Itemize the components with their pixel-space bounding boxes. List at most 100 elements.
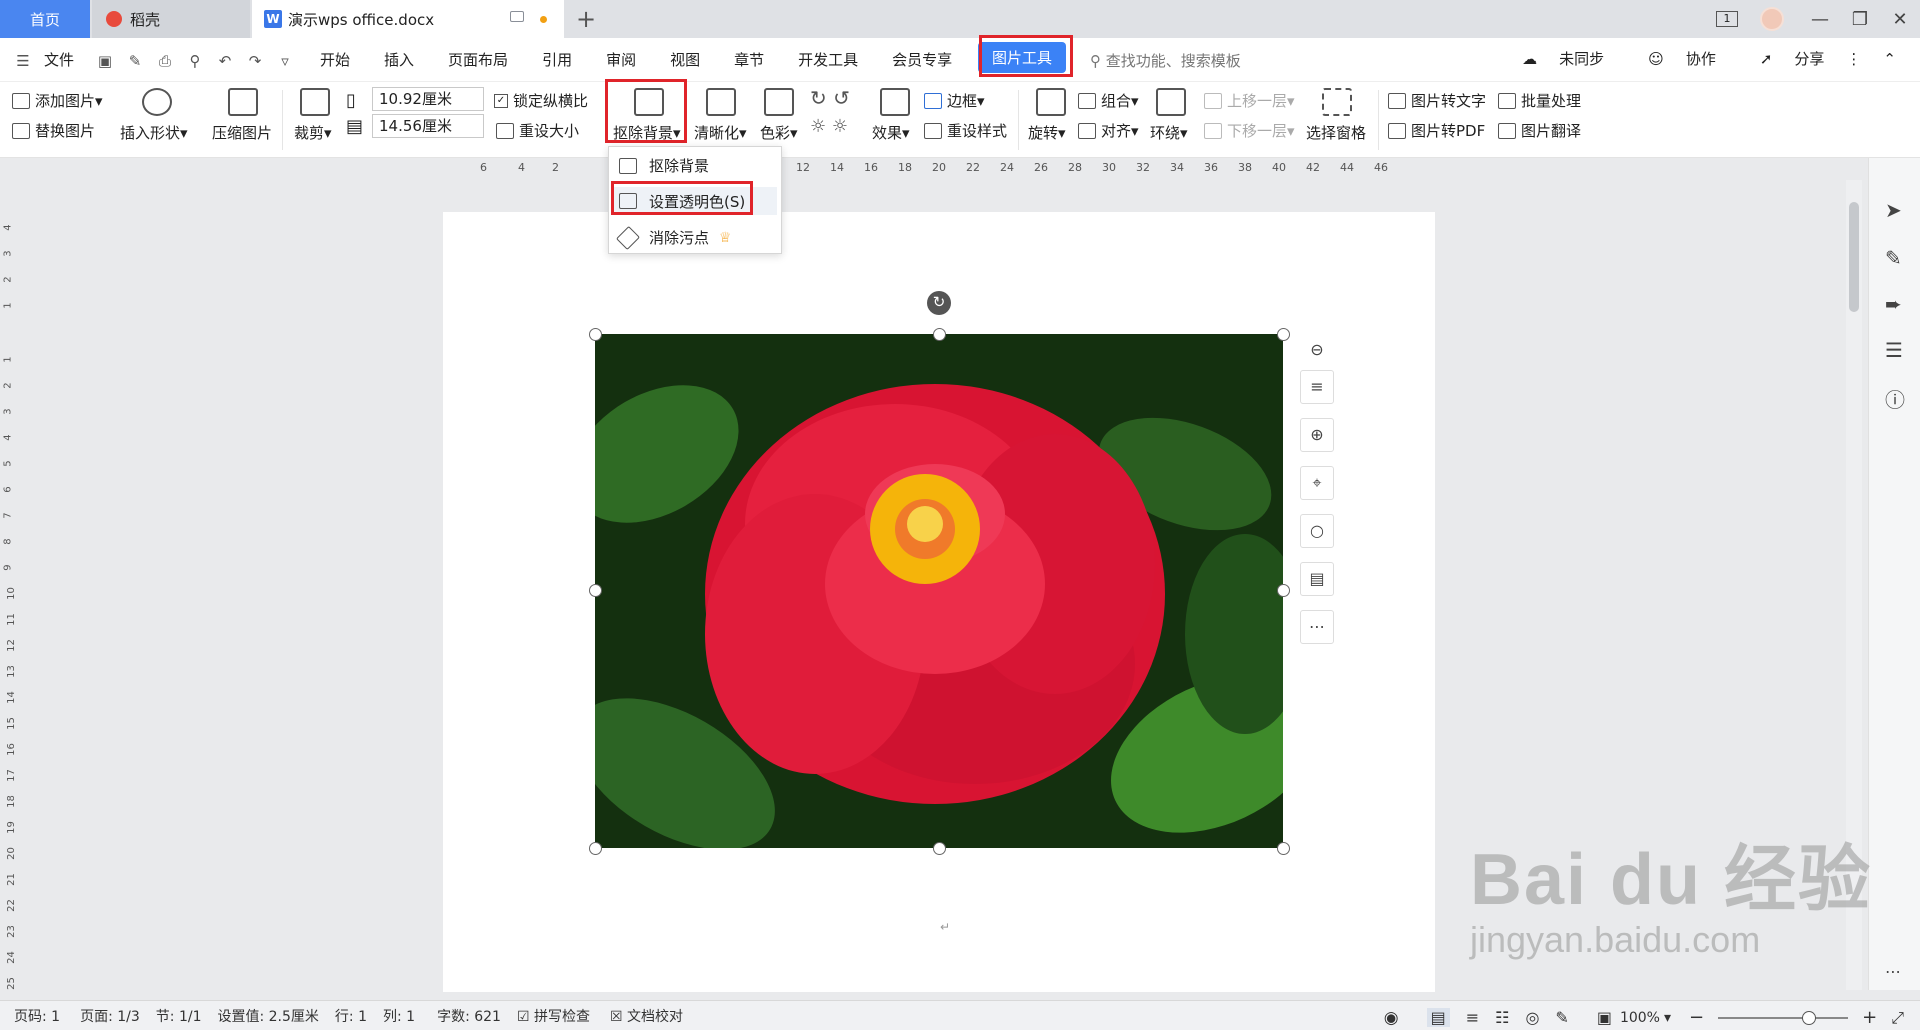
collapse-toolbar-icon[interactable]: ⊖ (1300, 334, 1334, 368)
resize-handle[interactable] (1277, 584, 1290, 597)
wrap-button[interactable]: 环绕 ▾ (1150, 122, 1188, 143)
pic-to-pdf-button[interactable]: 图片转PDF (1388, 120, 1485, 141)
reset-style-button[interactable]: 重设样式 (924, 120, 1007, 141)
menu-item-review[interactable]: 审阅 (606, 49, 636, 70)
brightness-icon[interactable]: ↻ ↺ (810, 86, 850, 110)
collapse-ribbon-icon[interactable]: ⌃ (1883, 50, 1896, 68)
compress-picture-button[interactable]: 压缩图片 (212, 122, 272, 143)
restore-icon[interactable]: ❐ (1840, 9, 1880, 30)
rotate-handle-icon[interactable]: ↻ (927, 291, 951, 315)
resize-handle[interactable] (1277, 842, 1290, 855)
menu-item-start[interactable]: 开始 (320, 49, 350, 70)
status-section[interactable]: 节: 1/1 (156, 1006, 202, 1026)
zoom-in-button-icon[interactable]: + (1862, 1007, 1877, 1028)
status-page-code[interactable]: 页码: 1 (14, 1006, 60, 1026)
rotate-button[interactable]: 旋转 ▾ (1028, 122, 1066, 143)
zoom-slider-knob[interactable] (1802, 1010, 1817, 1025)
tab-document[interactable]: W 演示wps office.docx (252, 0, 564, 38)
resize-handle[interactable] (1277, 328, 1290, 341)
status-col[interactable]: 列: 1 (383, 1006, 415, 1026)
page-view-icon[interactable]: ▤ (1426, 1008, 1450, 1027)
web-view-icon[interactable]: ◎ (1525, 1008, 1539, 1027)
collab-button[interactable]: ☺ 协作 (1626, 48, 1716, 69)
help-icon[interactable]: ⓘ (1885, 384, 1905, 413)
align-button[interactable]: 对齐 ▾ (1078, 120, 1139, 141)
more-tools-icon[interactable]: ⋯ (1300, 610, 1334, 644)
cursor-icon[interactable]: ➨ (1885, 292, 1902, 316)
translate-picture-button[interactable]: 图片翻译 (1498, 120, 1581, 141)
spellcheck-button[interactable]: ☑ 拼写检查 (517, 1006, 590, 1026)
zoom-dropdown-icon[interactable]: ▾ (1664, 1010, 1671, 1026)
rocket-icon[interactable]: ➤ (1885, 198, 1902, 222)
save-icon[interactable]: ▣ (96, 52, 114, 70)
resize-handle[interactable] (933, 328, 946, 341)
replace-picture-button[interactable]: 替换图片 (12, 120, 95, 141)
status-words[interactable]: 字数: 621 (437, 1006, 501, 1026)
send-backward-button[interactable]: 下移一层 ▾ (1204, 120, 1295, 141)
zoom-slider[interactable] (1718, 1010, 1849, 1025)
lock-ratio-checkbox[interactable]: ✓ 锁定纵横比 (494, 90, 588, 111)
effects-button[interactable]: 效果 ▾ (872, 122, 910, 143)
status-pages[interactable]: 页面: 1/3 (80, 1006, 140, 1026)
resize-handle[interactable] (933, 842, 946, 855)
eye-protection-icon[interactable]: ◉ (1384, 1008, 1399, 1028)
group-button[interactable]: 组合 ▾ (1078, 90, 1139, 111)
redo-icon[interactable]: ↷ (246, 52, 264, 70)
print-icon[interactable]: ⎙ (156, 52, 174, 70)
sharpen-button[interactable]: 清晰化 ▾ (694, 122, 747, 143)
camellia-photo[interactable] (595, 334, 1283, 848)
scrollbar-thumb[interactable] (1849, 202, 1859, 312)
proofread-button[interactable]: ☒ 文档校对 (610, 1006, 683, 1026)
search-input[interactable]: ⚲ 查找功能、搜索模板 (1090, 50, 1241, 71)
lightbulb-icon[interactable]: ○ (1300, 514, 1334, 548)
format-painter-icon[interactable]: ✎ (126, 52, 144, 70)
reading-view-icon[interactable]: ☷ (1495, 1008, 1509, 1027)
more-icon[interactable]: ⋯ (1885, 962, 1901, 981)
border-button[interactable]: 边框 ▾ (924, 90, 985, 111)
add-picture-button[interactable]: 添加图片 ▾ (12, 90, 103, 111)
dropdown-item-remove-spots[interactable]: 消除污点 ♕ (615, 225, 732, 250)
sync-button[interactable]: ☁ 未同步 (1500, 48, 1604, 69)
undo-icon[interactable]: ↶ (216, 52, 234, 70)
file-menu[interactable]: 文件 (44, 49, 74, 70)
crop-button[interactable]: 裁剪 ▾ (294, 122, 332, 143)
bring-forward-button[interactable]: 上移一层 ▾ (1204, 90, 1295, 111)
menu-item-section[interactable]: 章节 (734, 49, 764, 70)
color-button[interactable]: 色彩 ▾ (760, 122, 798, 143)
height-input[interactable]: 14.56厘米 (372, 114, 484, 138)
image-convert-icon[interactable]: ▤ (1300, 562, 1334, 596)
fullscreen-icon[interactable]: ⤢ (1891, 1008, 1904, 1028)
zoom-in-icon[interactable]: ⊕ (1300, 418, 1334, 452)
print-preview-icon[interactable]: ⚲ (186, 52, 204, 70)
status-row[interactable]: 行: 1 (335, 1006, 367, 1026)
selection-pane-button[interactable]: 选择窗格 (1306, 122, 1366, 143)
zoom-out-icon[interactable]: − (1689, 1007, 1704, 1028)
resize-handle[interactable] (589, 584, 602, 597)
pic-to-text-button[interactable]: 图片转文字 (1388, 90, 1486, 111)
resize-handle[interactable] (589, 842, 602, 855)
insert-shape-button[interactable]: 插入形状 ▾ (120, 122, 188, 143)
sliders-icon[interactable]: ☰ (1885, 338, 1903, 362)
menu-item-view[interactable]: 视图 (670, 49, 700, 70)
share-button[interactable]: ➚ 分享 (1738, 48, 1825, 69)
crop-tool-icon[interactable]: ⌖ (1300, 466, 1334, 500)
outline-view-icon[interactable]: ≡ (1466, 1008, 1479, 1027)
batch-process-button[interactable]: 批量处理 (1498, 90, 1581, 111)
avatar[interactable] (1760, 7, 1784, 31)
dropdown-item-remove-background[interactable]: 抠除背景 (619, 155, 709, 176)
menu-item-references[interactable]: 引用 (542, 49, 572, 70)
minimize-icon[interactable]: — (1800, 9, 1840, 30)
more-options-icon[interactable]: ⋮ (1846, 50, 1861, 68)
hamburger-icon[interactable]: ☰ (14, 52, 32, 70)
status-setting[interactable]: 设置值: 2.5厘米 (217, 1006, 318, 1026)
width-input[interactable]: 10.92厘米 (372, 87, 484, 111)
close-icon[interactable]: ✕ (1880, 9, 1920, 30)
pen-icon[interactable]: ✎ (1885, 246, 1902, 270)
contrast-icon[interactable]: ☼ ☼ (810, 116, 848, 137)
menu-item-member[interactable]: 会员专享 (892, 49, 952, 70)
fit-page-icon[interactable]: ▣ (1597, 1008, 1612, 1027)
more-chevron-icon[interactable]: ▿ (276, 52, 294, 70)
new-tab-button[interactable]: + (576, 5, 596, 33)
tab-daoke[interactable]: 稻壳 (92, 0, 250, 38)
menu-item-insert[interactable]: 插入 (384, 49, 414, 70)
